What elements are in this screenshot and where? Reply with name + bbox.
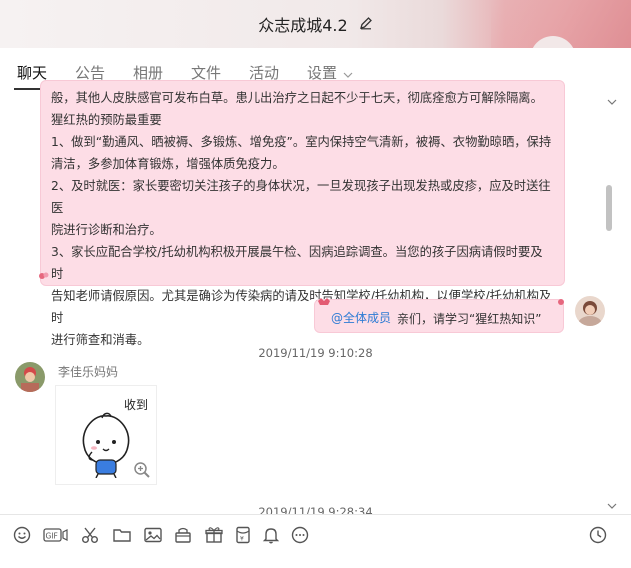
self-message-text: 亲们，请学习“猩红热知识” <box>397 312 542 326</box>
gift-bag-icon[interactable] <box>173 525 193 545</box>
svg-text:¥: ¥ <box>240 536 244 543</box>
scroll-down-icon[interactable] <box>607 500 617 513</box>
notice-line: 2、及时就医：家长要密切关注孩子的身体状况，一旦发现孩子出现发热或皮疹，应及时送… <box>51 179 551 215</box>
sender-avatar[interactable] <box>15 362 45 392</box>
notice-line: 清洁，多参加体育锻炼，增强体质免疫力。 <box>51 157 285 171</box>
bun-character-icon <box>76 408 136 482</box>
notice-line: 3、家长应配合学校/托幼机构积极开展晨午检、因病追踪调查。当您的孩子因病请假时要… <box>51 245 543 281</box>
more-icon[interactable] <box>290 525 310 545</box>
window-title: 众志成城4.2 <box>0 12 631 36</box>
gif-icon[interactable]: GIF <box>43 525 69 545</box>
notice-heading: 猩红热的预防最重要 <box>51 113 162 127</box>
edit-icon[interactable] <box>359 15 373 34</box>
notice-line: 1、做到“勤通风、晒被褥、多锻炼、增免疫”。室内保持空气清新，被褥、衣物勤晾晒，… <box>51 135 552 149</box>
bubble-corner-icon <box>317 297 331 312</box>
folder-icon[interactable] <box>112 525 132 545</box>
message-timestamp: 2019/11/19 9:10:28 <box>258 346 373 360</box>
mention-all-members[interactable]: @全体成员 <box>331 309 391 326</box>
message-timestamp: 2019/11/19 9:28:34 <box>258 505 373 514</box>
sticker-message[interactable]: 收到 <box>55 385 157 485</box>
self-avatar[interactable] <box>575 296 605 326</box>
input-toolbar: GIF ¥ <box>0 514 631 568</box>
chat-scrollbar[interactable] <box>606 185 612 231</box>
window-header: 众志成城4.2 <box>0 0 631 82</box>
scroll-up-icon[interactable] <box>607 96 617 109</box>
sender-name: 李佳乐妈妈 <box>58 365 119 379</box>
emoji-icon[interactable] <box>12 525 32 545</box>
gif-label: GIF <box>46 532 58 541</box>
gift-icon[interactable] <box>204 525 224 545</box>
red-packet-icon[interactable]: ¥ <box>233 525 253 545</box>
zoom-in-icon[interactable] <box>133 461 151 483</box>
scissors-icon[interactable] <box>80 525 100 545</box>
image-icon[interactable] <box>143 525 163 545</box>
bell-icon[interactable] <box>261 525 281 545</box>
history-clock-icon[interactable] <box>588 525 608 545</box>
notice-cut-line: 般，其他人皮肤感官可发布白草。患儿出治疗之日起不少于七天，彻底痊愈方可解除隔离。 <box>51 91 543 105</box>
notice-line: 院进行诊断和治疗。 <box>51 223 162 237</box>
self-message-bubble: @全体成员 亲们，请学习“猩红热知识” <box>314 296 566 333</box>
notice-message-bubble: 般，其他人皮肤感官可发布白草。患儿出治疗之日起不少于七天，彻底痊愈方可解除隔离。… <box>38 80 565 347</box>
bubble-decoration-icon <box>556 296 566 310</box>
bubble-decoration-icon <box>38 266 50 288</box>
group-name: 众志成城4.2 <box>258 16 348 35</box>
